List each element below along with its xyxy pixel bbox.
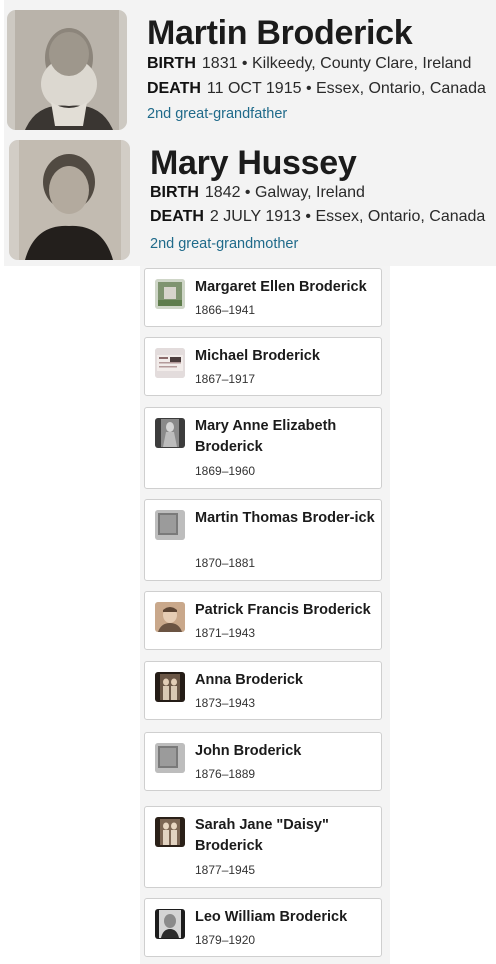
child-years: 1867–1917 — [195, 372, 256, 386]
child-card[interactable]: Anna Broderick 1873–1943 — [144, 661, 382, 720]
father-name: Martin Broderick — [147, 14, 413, 52]
mother-death-value: 2 JULY 1913 • Essex, Ontario, Canada — [209, 208, 486, 225]
mother-birth-value: 1842 • Galway, Ireland — [204, 184, 365, 201]
father-death: DEATH 11 OCT 1915 • Essex, Ontario, Canad… — [147, 80, 486, 98]
child-years: 1871–1943 — [195, 626, 256, 640]
mother-name: Mary Hussey — [150, 144, 357, 182]
child-years: 1866–1941 — [195, 303, 256, 317]
child-card[interactable]: Leo William Broderick 1879–1920 — [144, 898, 382, 957]
death-label: DEATH — [147, 80, 201, 97]
children-list: Margaret Ellen Broderick 1866–1941 Micha… — [140, 266, 390, 964]
child-name: Michael Broderick — [195, 348, 320, 364]
child-card[interactable]: Sarah Jane "Daisy" Broderick 1877–1945 — [144, 806, 382, 888]
child-card[interactable]: Michael Broderick 1867–1917 — [144, 337, 382, 396]
child-years: 1873–1943 — [195, 696, 256, 710]
child-card[interactable]: Patrick Francis Broderick 1871–1943 — [144, 591, 382, 650]
child-name: Margaret Ellen Broderick — [195, 279, 367, 295]
placeholder-photo-icon — [155, 743, 185, 773]
mother-card: Mary Hussey BIRTH 1842 • Galway, Ireland … — [4, 136, 496, 266]
child-name: Mary Anne Elizabeth Broderick — [195, 418, 337, 455]
mother-relationship-link[interactable]: 2nd great-grandmother — [150, 236, 298, 252]
portrait-photo-icon — [155, 672, 185, 702]
child-years: 1870–1881 — [195, 556, 256, 570]
portrait-photo-icon — [155, 817, 185, 847]
father-birth: BIRTH 1831 • Kilkeedy, County Clare, Irel… — [147, 55, 471, 73]
child-name: Martin Thomas Broder-ick — [195, 510, 375, 526]
child-card[interactable]: Martin Thomas Broder-ick 1870–1881 — [144, 499, 382, 581]
child-card[interactable]: Mary Anne Elizabeth Broderick 1869–1960 — [144, 407, 382, 489]
child-name: Sarah Jane "Daisy" Broderick — [195, 817, 329, 854]
child-name: Leo William Broderick — [195, 909, 348, 925]
child-years: 1877–1945 — [195, 863, 256, 877]
document-photo-icon — [155, 348, 185, 378]
death-label: DEATH — [150, 208, 204, 225]
child-name: Anna Broderick — [195, 672, 303, 688]
father-death-value: 11 OCT 1915 • Essex, Ontario, Canada — [206, 80, 486, 97]
placeholder-photo-icon — [155, 510, 185, 540]
birth-label: BIRTH — [147, 55, 196, 72]
child-years: 1879–1920 — [195, 933, 256, 947]
father-portrait-photo[interactable] — [7, 10, 127, 130]
mother-birth: BIRTH 1842 • Galway, Ireland — [150, 184, 365, 202]
father-card: Martin Broderick BIRTH 1831 • Kilkeedy, C… — [4, 0, 496, 136]
child-name: John Broderick — [195, 743, 302, 759]
father-birth-value: 1831 • Kilkeedy, County Clare, Ireland — [201, 55, 472, 72]
child-years: 1876–1889 — [195, 767, 256, 781]
mother-death: DEATH 2 JULY 1913 • Essex, Ontario, Canad… — [150, 208, 485, 226]
child-years: 1869–1960 — [195, 464, 256, 478]
grave-photo-icon — [155, 279, 185, 309]
birth-label: BIRTH — [150, 184, 199, 201]
portrait-photo-icon — [155, 418, 185, 448]
child-card[interactable]: John Broderick 1876–1889 — [144, 732, 382, 791]
child-card[interactable]: Margaret Ellen Broderick 1866–1941 — [144, 268, 382, 327]
mother-portrait-photo[interactable] — [9, 140, 130, 260]
portrait-photo-icon — [155, 602, 185, 632]
portrait-photo-icon — [155, 909, 185, 939]
child-name: Patrick Francis Broderick — [195, 602, 371, 618]
father-relationship-link[interactable]: 2nd great-grandfather — [147, 106, 287, 122]
